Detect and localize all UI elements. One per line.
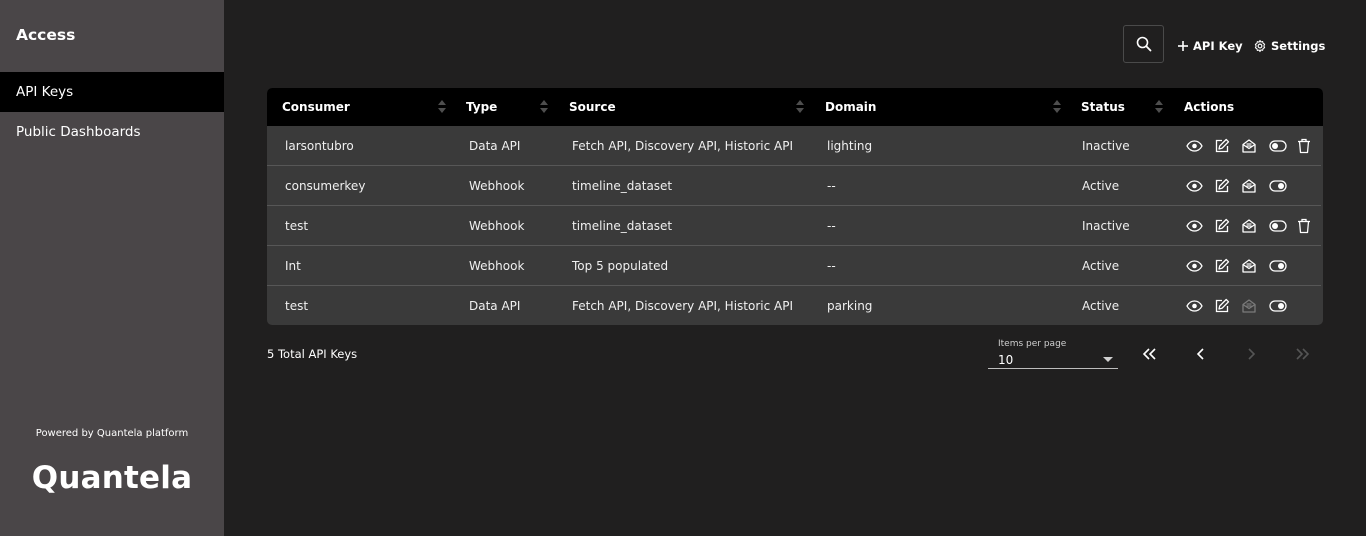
cell-type: Data API	[469, 139, 521, 153]
cell-consumer: Int	[285, 259, 301, 273]
column-header-domain[interactable]: Domain	[825, 88, 876, 126]
sidebar-item-public-dashboards[interactable]: Public Dashboards	[0, 112, 224, 152]
edit-icon[interactable]	[1213, 137, 1231, 155]
quantela-logo: Quantela	[31, 460, 193, 496]
view-icon[interactable]	[1185, 177, 1203, 195]
items-per-page-select[interactable]: Items per page 10	[988, 336, 1118, 369]
edit-icon[interactable]	[1213, 217, 1231, 235]
sort-icon[interactable]	[1155, 100, 1163, 114]
cell-source: timeline_dataset	[572, 179, 673, 193]
items-per-page-label: Items per page	[998, 339, 1067, 349]
search-icon	[1136, 36, 1151, 52]
cell-type: Data API	[469, 299, 521, 313]
table-row: larsontubro Data API Fetch API, Discover…	[267, 126, 1321, 166]
cell-status: Inactive	[1082, 139, 1130, 153]
mail-icon[interactable]	[1240, 177, 1258, 195]
plus-icon	[1178, 41, 1188, 51]
api-keys-table: Consumer Type Source Domain Status Actio…	[267, 88, 1323, 325]
view-icon[interactable]	[1185, 217, 1203, 235]
sort-icon[interactable]	[796, 100, 804, 114]
toggle-on-icon[interactable]	[1269, 297, 1287, 315]
column-header-source[interactable]: Source	[569, 88, 616, 126]
cell-status: Active	[1082, 259, 1120, 273]
sort-icon[interactable]	[540, 100, 548, 114]
table-row: test Webhook timeline_dataset -- Inactiv…	[267, 206, 1321, 246]
mail-icon[interactable]	[1240, 257, 1258, 275]
cell-status: Active	[1082, 179, 1120, 193]
add-api-key-button[interactable]: API Key	[1177, 36, 1243, 56]
add-api-key-label: API Key	[1193, 39, 1243, 53]
mail-icon[interactable]	[1240, 137, 1258, 155]
table-row: test Data API Fetch API, Discovery API, …	[267, 286, 1321, 325]
cell-source: Fetch API, Discovery API, Historic API	[572, 139, 793, 153]
column-header-consumer[interactable]: Consumer	[282, 88, 350, 126]
first-page-button[interactable]	[1138, 343, 1162, 365]
delete-icon[interactable]	[1295, 217, 1313, 235]
edit-icon[interactable]	[1213, 297, 1231, 315]
chevron-left-icon	[1196, 348, 1204, 360]
view-icon[interactable]	[1185, 257, 1203, 275]
toggle-on-icon[interactable]	[1269, 177, 1287, 195]
settings-label: Settings	[1271, 39, 1326, 53]
column-header-actions: Actions	[1184, 100, 1235, 114]
cell-consumer: larsontubro	[285, 139, 354, 153]
edit-icon[interactable]	[1213, 177, 1231, 195]
search-button[interactable]	[1123, 25, 1164, 63]
toggle-on-icon[interactable]	[1269, 257, 1287, 275]
powered-by-text: Powered by Quantela platform	[35, 428, 189, 439]
cell-status: Inactive	[1082, 219, 1130, 233]
view-icon[interactable]	[1185, 137, 1203, 155]
table-header: Consumer Type Source Domain Status Actio…	[267, 88, 1323, 126]
previous-page-button[interactable]	[1189, 343, 1213, 365]
items-per-page-value: 10	[998, 353, 1014, 367]
double-chevron-right-icon	[1296, 348, 1310, 360]
cell-source: Fetch API, Discovery API, Historic API	[572, 299, 793, 313]
toggle-off-icon[interactable]	[1269, 217, 1287, 235]
sort-icon[interactable]	[1053, 100, 1061, 114]
gear-icon	[1254, 39, 1266, 53]
mail-disabled-icon	[1240, 297, 1258, 315]
cell-consumer: test	[285, 299, 309, 313]
next-page-button[interactable]	[1239, 343, 1263, 365]
caret-down-icon	[1103, 357, 1113, 362]
table-row: consumerkey Webhook timeline_dataset -- …	[267, 166, 1321, 206]
cell-domain: --	[827, 179, 836, 193]
sidebar: Access API Keys Public Dashboards Powere…	[0, 0, 224, 536]
sidebar-title: Access	[16, 26, 76, 44]
edit-icon[interactable]	[1213, 257, 1231, 275]
double-chevron-left-icon	[1142, 348, 1156, 360]
cell-domain: --	[827, 259, 836, 273]
cell-status: Active	[1082, 299, 1120, 313]
toggle-off-icon[interactable]	[1269, 137, 1287, 155]
cell-type: Webhook	[469, 179, 525, 193]
cell-source: timeline_dataset	[572, 219, 673, 233]
cell-consumer: test	[285, 219, 309, 233]
delete-icon[interactable]	[1295, 137, 1313, 155]
total-api-keys: 5 Total API Keys	[267, 347, 358, 361]
view-icon[interactable]	[1185, 297, 1203, 315]
column-header-status[interactable]: Status	[1081, 88, 1125, 126]
table-row: Int Webhook Top 5 populated -- Active	[267, 246, 1321, 286]
chevron-right-icon	[1248, 348, 1256, 360]
cell-domain: lighting	[827, 139, 873, 153]
sidebar-item-api-keys[interactable]: API Keys	[0, 72, 224, 112]
cell-domain: --	[827, 219, 836, 233]
cell-consumer: consumerkey	[285, 179, 366, 193]
cell-type: Webhook	[469, 259, 525, 273]
cell-type: Webhook	[469, 219, 525, 233]
settings-button[interactable]: Settings	[1253, 36, 1325, 56]
cell-domain: parking	[827, 299, 873, 313]
column-header-type[interactable]: Type	[466, 88, 497, 126]
mail-icon[interactable]	[1240, 217, 1258, 235]
cell-source: Top 5 populated	[572, 259, 669, 273]
sort-icon[interactable]	[438, 100, 446, 114]
last-page-button[interactable]	[1290, 343, 1314, 365]
